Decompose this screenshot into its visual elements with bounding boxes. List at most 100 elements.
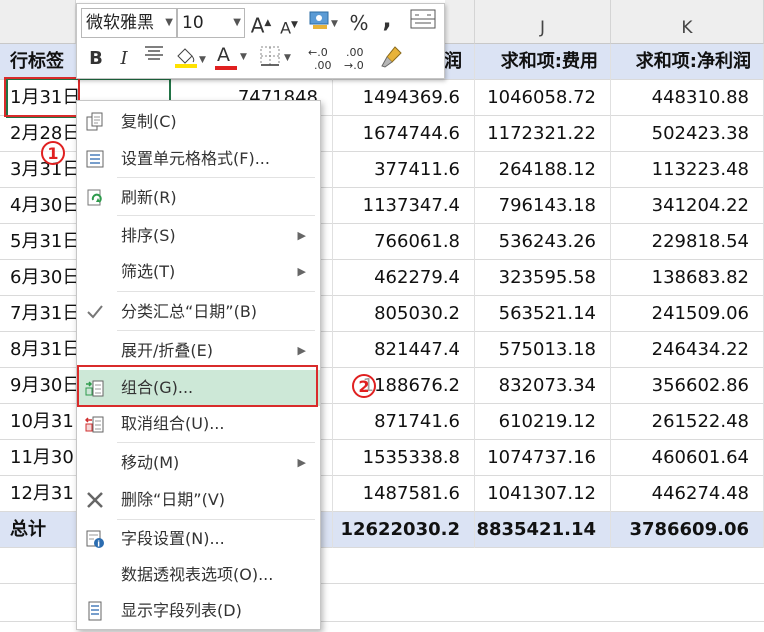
value-cell-j[interactable]: 1074737.16 — [475, 440, 611, 476]
menu-item-label: 移动(M) — [121, 453, 180, 472]
italic-button[interactable]: I — [111, 44, 137, 74]
menu-item-3[interactable]: 刷新(R) — [77, 180, 320, 216]
comma-style-button[interactable]: , — [375, 4, 399, 34]
value-cell-k[interactable]: 502423.38 — [611, 116, 764, 152]
header-cell-k[interactable]: 求和项:净利润 — [611, 44, 764, 80]
decrease-decimal-icon: .00 →.0 — [344, 46, 364, 72]
menu-item-12[interactable]: i 字段设置(N)... — [77, 521, 320, 557]
decrease-decimal-button[interactable]: .00 →.0 — [341, 44, 375, 74]
menu-item-14[interactable]: 显示字段列表(D) — [77, 593, 320, 629]
menu-item-13[interactable]: 数据透视表选项(O)... — [77, 557, 320, 593]
checkmark-icon — [87, 305, 103, 319]
step-marker-1: 1 — [41, 141, 65, 165]
column-header-j[interactable]: J — [475, 0, 611, 44]
value-cell-k[interactable]: 448310.88 — [611, 80, 764, 116]
increase-decimal-button[interactable]: ←.0 .00 — [305, 44, 339, 74]
column-header-k[interactable]: K — [611, 0, 764, 44]
svg-text:→.0: →.0 — [344, 59, 364, 72]
value-cell-k[interactable]: 446274.48 — [611, 476, 764, 512]
menu-item-label: 排序(S) — [121, 226, 176, 245]
shrink-font-button[interactable]: A▼ — [277, 10, 301, 40]
mini-toolbar: 微软雅黑 ▼ 10 ▼ A▲ A▼ ▼ % , B I ▼ A ▼ ▼ ←.0 … — [76, 3, 445, 79]
font-name-box[interactable]: 微软雅黑 ▼ — [81, 8, 177, 38]
value-cell-k[interactable]: 261522.48 — [611, 404, 764, 440]
value-cell-k[interactable]: 341204.22 — [611, 188, 764, 224]
svg-text:▼: ▼ — [331, 19, 338, 29]
merge-cells-button[interactable] — [407, 8, 439, 38]
value-cell-k[interactable]: 460601.64 — [611, 440, 764, 476]
value-cell-h[interactable]: 1137347.4 — [333, 188, 475, 224]
header-cell-j[interactable]: 求和项:费用 — [475, 44, 611, 80]
menu-item-5[interactable]: 筛选(T) ▶ — [77, 254, 320, 290]
menu-item-2[interactable]: 设置单元格格式(F)... — [77, 141, 320, 177]
value-cell-k[interactable]: 241509.06 — [611, 296, 764, 332]
value-cell-j[interactable]: 575013.18 — [475, 332, 611, 368]
value-cell-h[interactable]: 821447.4 — [333, 332, 475, 368]
value-cell-j[interactable]: 796143.18 — [475, 188, 611, 224]
value-cell-j[interactable]: 1041307.12 — [475, 476, 611, 512]
menu-item-label: 设置单元格格式(F)... — [121, 149, 270, 168]
font-color-button[interactable]: A ▼ — [213, 44, 251, 74]
menu-item-10[interactable]: 移动(M) ▶ — [77, 445, 320, 481]
menu-item-4[interactable]: 排序(S) ▶ — [77, 218, 320, 254]
value-cell-h[interactable]: 871741.6 — [333, 404, 475, 440]
menu-separator — [117, 330, 315, 331]
format-painter-icon — [381, 46, 402, 68]
accounting-format-icon: ▼ — [309, 11, 338, 29]
value-cell-k[interactable]: 356602.86 — [611, 368, 764, 404]
grow-font-button[interactable]: A▲ — [249, 8, 273, 38]
ungroup-icon — [85, 416, 104, 433]
value-cell-j[interactable]: 563521.14 — [475, 296, 611, 332]
submenu-arrow-icon: ▶ — [297, 229, 306, 242]
value-cell-j[interactable]: 1172321.22 — [475, 116, 611, 152]
svg-text:←.0: ←.0 — [308, 46, 328, 59]
value-cell-h[interactable]: 1494369.6 — [333, 80, 475, 116]
bold-button[interactable]: B — [83, 44, 109, 74]
value-cell-h[interactable]: 766061.8 — [333, 224, 475, 260]
menu-item-1[interactable]: 复制(C) — [77, 104, 320, 140]
menu-separator — [117, 291, 315, 292]
chevron-down-icon: ▼ — [233, 17, 241, 28]
align-center-button[interactable] — [141, 44, 167, 74]
value-cell-k[interactable]: 3786609.06 — [611, 512, 764, 548]
value-cell-h[interactable]: 1535338.8 — [333, 440, 475, 476]
format-cells-icon — [86, 150, 104, 168]
align-center-icon — [145, 46, 163, 60]
value-cell-h[interactable]: 805030.2 — [333, 296, 475, 332]
value-cell-j[interactable]: 536243.26 — [475, 224, 611, 260]
menu-item-7[interactable]: 展开/折叠(E) ▶ — [77, 333, 320, 369]
value-cell-j[interactable]: 832073.34 — [475, 368, 611, 404]
font-name-value: 微软雅黑 — [86, 13, 154, 33]
menu-item-11[interactable]: 删除“日期”(V) — [77, 482, 320, 518]
value-cell-j[interactable]: 1046058.72 — [475, 80, 611, 116]
menu-item-9[interactable]: 取消组合(U)... — [77, 406, 320, 442]
value-cell-j[interactable]: 264188.12 — [475, 152, 611, 188]
percent-style-button[interactable]: % — [345, 8, 373, 38]
accounting-format-button[interactable]: ▼ — [305, 8, 341, 38]
value-cell-k[interactable]: 229818.54 — [611, 224, 764, 260]
value-cell-k[interactable]: 138683.82 — [611, 260, 764, 296]
value-cell-j[interactable]: 610219.12 — [475, 404, 611, 440]
borders-icon: ▼ — [260, 46, 291, 66]
value-cell-h[interactable]: 1674744.6 — [333, 116, 475, 152]
borders-button[interactable]: ▼ — [257, 44, 297, 74]
menu-item-label: 分类汇总“日期”(B) — [121, 302, 258, 321]
menu-separator — [117, 519, 315, 520]
value-cell-j[interactable]: 8835421.14 — [475, 512, 611, 548]
value-cell-h[interactable]: 377411.6 — [333, 152, 475, 188]
delete-x-icon — [87, 492, 103, 508]
menu-item-6[interactable]: 分类汇总“日期”(B) — [77, 294, 320, 330]
column-header-blank[interactable] — [0, 0, 76, 44]
value-cell-h[interactable]: 1487581.6 — [333, 476, 475, 512]
value-cell-h[interactable]: 12622030.2 — [333, 512, 475, 548]
value-cell-k[interactable]: 246434.22 — [611, 332, 764, 368]
submenu-arrow-icon: ▶ — [297, 344, 306, 357]
value-cell-h[interactable]: 462279.4 — [333, 260, 475, 296]
format-painter-button[interactable] — [377, 44, 407, 74]
value-cell-k[interactable]: 113223.48 — [611, 152, 764, 188]
font-size-box[interactable]: 10 ▼ — [177, 8, 245, 38]
value-cell-j[interactable]: 323595.58 — [475, 260, 611, 296]
menu-item-label: 数据透视表选项(O)... — [121, 565, 274, 584]
fill-color-button[interactable]: ▼ — [171, 44, 209, 74]
column-header-i-edge[interactable] — [445, 0, 475, 44]
